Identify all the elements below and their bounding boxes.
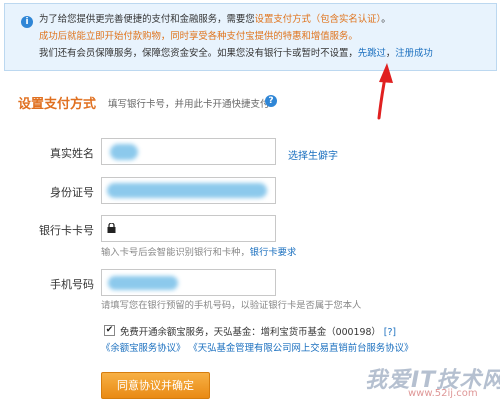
- agreement-links[interactable]: 《余额宝服务协议》 《天弘基金管理有限公司网上交易直销前台服务协议》: [101, 340, 413, 354]
- agree-submit-button[interactable]: 同意协议并确定: [101, 372, 210, 399]
- card-label: 银行卡卡号: [39, 224, 94, 237]
- phone-input[interactable]: [101, 269, 276, 296]
- section-hint: 填写银行卡号，并用此卡开通快捷支付: [108, 99, 270, 110]
- name-label: 真实姓名: [50, 147, 94, 160]
- phone-hint: 请填写您在银行预留的手机号码，以验证银行卡是否属于您本人: [101, 300, 362, 311]
- id-input[interactable]: [101, 177, 276, 204]
- redacted-phone: [108, 276, 178, 290]
- name-input[interactable]: [101, 138, 276, 165]
- card-hint-text: 输入卡号后会智能识别银行和卡种，: [101, 247, 250, 258]
- yuebao-checkbox[interactable]: ✔: [104, 325, 115, 336]
- agree-text-body: 免费开通余额宝服务，天弘基金：增利宝货币基金（000198）: [120, 327, 381, 338]
- id-label: 身份证号: [50, 186, 94, 199]
- card-hint: 输入卡号后会智能识别银行和卡种，银行卡要求: [101, 244, 296, 258]
- card-input[interactable]: [101, 215, 276, 242]
- section-title: 设置支付方式: [18, 97, 97, 112]
- redacted-name: [110, 144, 138, 160]
- card-requirements-link[interactable]: 银行卡要求: [250, 247, 297, 258]
- agree-text: 免费开通余额宝服务，天弘基金：增利宝货币基金（000198） [?]: [120, 324, 396, 338]
- phone-label: 手机号码: [50, 278, 94, 291]
- watermark-url: www.52ij.com: [408, 388, 478, 399]
- question-icon[interactable]: ?: [265, 95, 277, 107]
- redacted-id: [107, 183, 267, 198]
- lock-icon: [107, 223, 116, 233]
- agree-help-link[interactable]: [?]: [384, 327, 396, 338]
- rare-char-link[interactable]: 选择生僻字: [288, 147, 338, 162]
